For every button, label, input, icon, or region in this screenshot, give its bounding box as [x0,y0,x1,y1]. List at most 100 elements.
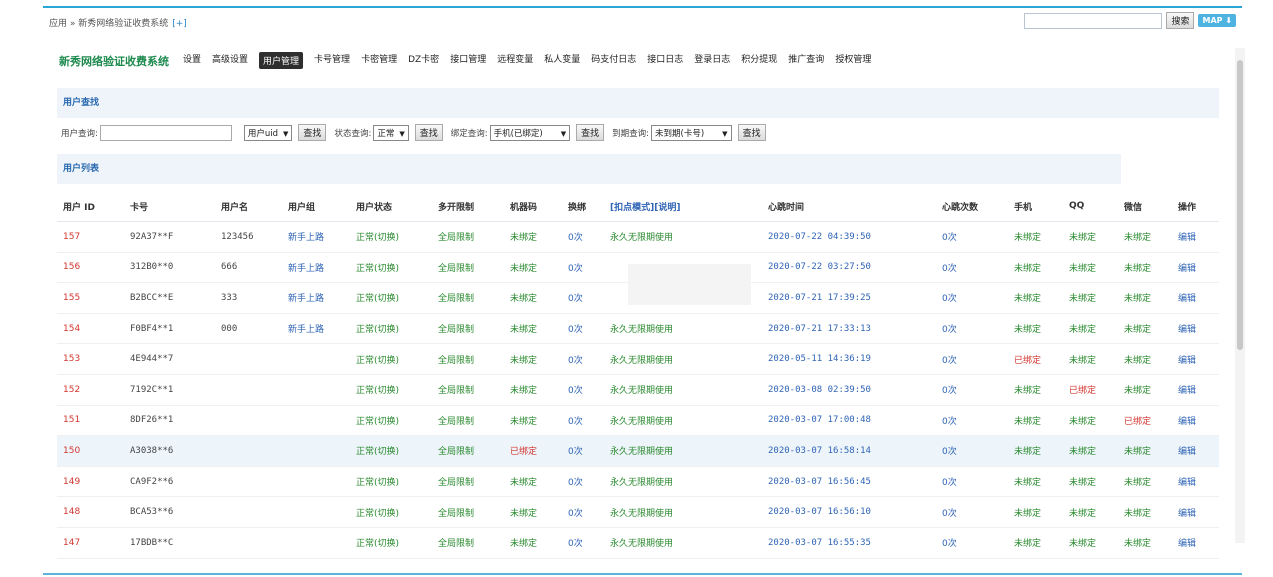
status-toggle-link[interactable]: 正常(切换) [350,282,432,314]
nav-item-8[interactable]: 私人变量 [544,52,580,69]
map-button[interactable]: MAP ⬇ [1198,14,1236,27]
status-toggle-link[interactable]: 正常(切换) [350,435,432,467]
nav-item-4[interactable]: 卡密管理 [361,52,397,69]
username: 666 [215,252,282,284]
edit-link[interactable]: 编辑 [1172,221,1219,253]
nav-item-1[interactable]: 高级设置 [212,52,248,69]
user-group-link[interactable] [282,496,350,528]
multi-limit: 全局限制 [432,221,504,253]
user-id-link[interactable]: 149 [57,466,124,498]
nav-item-12[interactable]: 积分提现 [741,52,777,69]
expire-select-value: 未到期(卡号) [655,128,705,139]
nav-item-14[interactable]: 授权管理 [835,52,871,69]
status-toggle-link[interactable]: 正常(切换) [350,252,432,284]
machine-code-status: 未绑定 [504,313,562,345]
edit-link[interactable]: 编辑 [1172,496,1219,528]
user-id-link[interactable]: 157 [57,221,124,253]
edit-link[interactable]: 编辑 [1172,313,1219,345]
user-group-link[interactable] [282,374,350,406]
breadcrumb-add-link[interactable]: [+] [172,19,187,29]
user-id-link[interactable]: 155 [57,282,124,314]
user-group-link[interactable] [282,343,350,375]
user-id-link[interactable]: 156 [57,252,124,284]
status-toggle-link[interactable]: 正常(切换) [350,374,432,406]
multi-limit: 全局限制 [432,282,504,314]
user-group-link[interactable] [282,405,350,437]
scrollbar[interactable] [1235,48,1245,543]
status-toggle-link[interactable]: 正常(切换) [350,496,432,528]
nav-item-10[interactable]: 接口日志 [647,52,683,69]
nav-item-11[interactable]: 登录日志 [694,52,730,69]
edit-link[interactable]: 编辑 [1172,282,1219,314]
nav-item-6[interactable]: 接口管理 [450,52,486,69]
breadcrumb-text[interactable]: 应用 » 新秀网络验证收费系统 [49,19,168,29]
nav-item-3[interactable]: 卡号管理 [314,52,350,69]
username: 333 [215,282,282,314]
col-heartbeat: 心跳时间 [762,191,936,222]
status-toggle-link[interactable]: 正常(切换) [350,343,432,375]
col-mode-help-link[interactable]: [说明] [654,203,680,213]
find-button-expire[interactable]: 查找 [737,124,766,141]
user-group-link[interactable]: 新手上路 [282,282,350,314]
nav-item-0[interactable]: 设置 [183,52,201,69]
card-number: 8DF26**1 [124,405,215,437]
user-query-input[interactable] [99,124,232,141]
heartbeat-time: 2020-03-08 02:39:50 [762,374,936,406]
edit-link[interactable]: 编辑 [1172,435,1219,467]
phone-bind-status: 未绑定 [1008,527,1063,559]
card-number: CA9F2**6 [124,466,215,498]
top-search-input[interactable] [1024,12,1163,29]
field-select[interactable]: 用户uid ▼ [243,124,293,141]
username [215,527,282,559]
status-toggle-link[interactable]: 正常(切换) [350,221,432,253]
status-toggle-link[interactable]: 正常(切换) [350,527,432,559]
qq-bind-status: 未绑定 [1063,496,1118,528]
user-group-link[interactable] [282,527,350,559]
nav-item-5[interactable]: DZ卡密 [408,52,439,69]
rebind-count: 0次 [562,252,604,284]
multi-limit: 全局限制 [432,252,504,284]
wechat-bind-status: 未绑定 [1118,435,1172,467]
user-id-link[interactable]: 148 [57,496,124,528]
user-group-link[interactable] [282,435,350,467]
find-button-user[interactable]: 查找 [298,124,327,141]
user-group-link[interactable]: 新手上路 [282,221,350,253]
table-row: 150 A3038**6 正常(切换) 全局限制 已绑定 0次 永久无限期使用 2020-03… [57,435,1219,467]
status-toggle-link[interactable]: 正常(切换) [350,405,432,437]
user-id-link[interactable]: 151 [57,405,124,437]
user-id-link[interactable]: 153 [57,343,124,375]
user-id-link[interactable]: 154 [57,313,124,345]
scrollbar-thumb[interactable] [1237,60,1243,350]
heartbeat-time: 2020-07-21 17:39:25 [762,282,936,314]
qq-bind-status: 未绑定 [1063,221,1118,253]
expire-select[interactable]: 未到期(卡号) ▼ [651,124,732,141]
edit-link[interactable]: 编辑 [1172,527,1219,559]
user-id-link[interactable]: 150 [57,435,124,467]
user-group-link[interactable]: 新手上路 [282,313,350,345]
username [215,374,282,406]
edit-link[interactable]: 编辑 [1172,374,1219,406]
status-select[interactable]: 正常 ▼ [373,124,409,141]
find-button-status[interactable]: 查找 [414,124,443,141]
top-search-button[interactable]: 搜索 [1166,12,1195,29]
edit-link[interactable]: 编辑 [1172,466,1219,498]
machine-code-status: 未绑定 [504,466,562,498]
edit-link[interactable]: 编辑 [1172,405,1219,437]
nav-item-7[interactable]: 远程变量 [497,52,533,69]
status-toggle-link[interactable]: 正常(切换) [350,466,432,498]
status-toggle-link[interactable]: 正常(切换) [350,313,432,345]
user-group-link[interactable]: 新手上路 [282,252,350,284]
edit-link[interactable]: 编辑 [1172,343,1219,375]
nav-item-9[interactable]: 码支付日志 [591,52,636,69]
user-id-link[interactable]: 152 [57,374,124,406]
rebind-count: 0次 [562,496,604,528]
edit-link[interactable]: 编辑 [1172,252,1219,284]
nav-item-13[interactable]: 推广查询 [788,52,824,69]
user-group-link[interactable] [282,466,350,498]
col-machine-code: 机器码 [504,191,562,222]
col-wechat: 微信 [1118,191,1172,222]
nav-item-2[interactable]: 用户管理 [259,52,304,69]
find-button-bind[interactable]: 查找 [576,124,605,141]
bind-select[interactable]: 手机(已绑定) ▼ [489,124,571,141]
user-id-link[interactable]: 147 [57,527,124,559]
